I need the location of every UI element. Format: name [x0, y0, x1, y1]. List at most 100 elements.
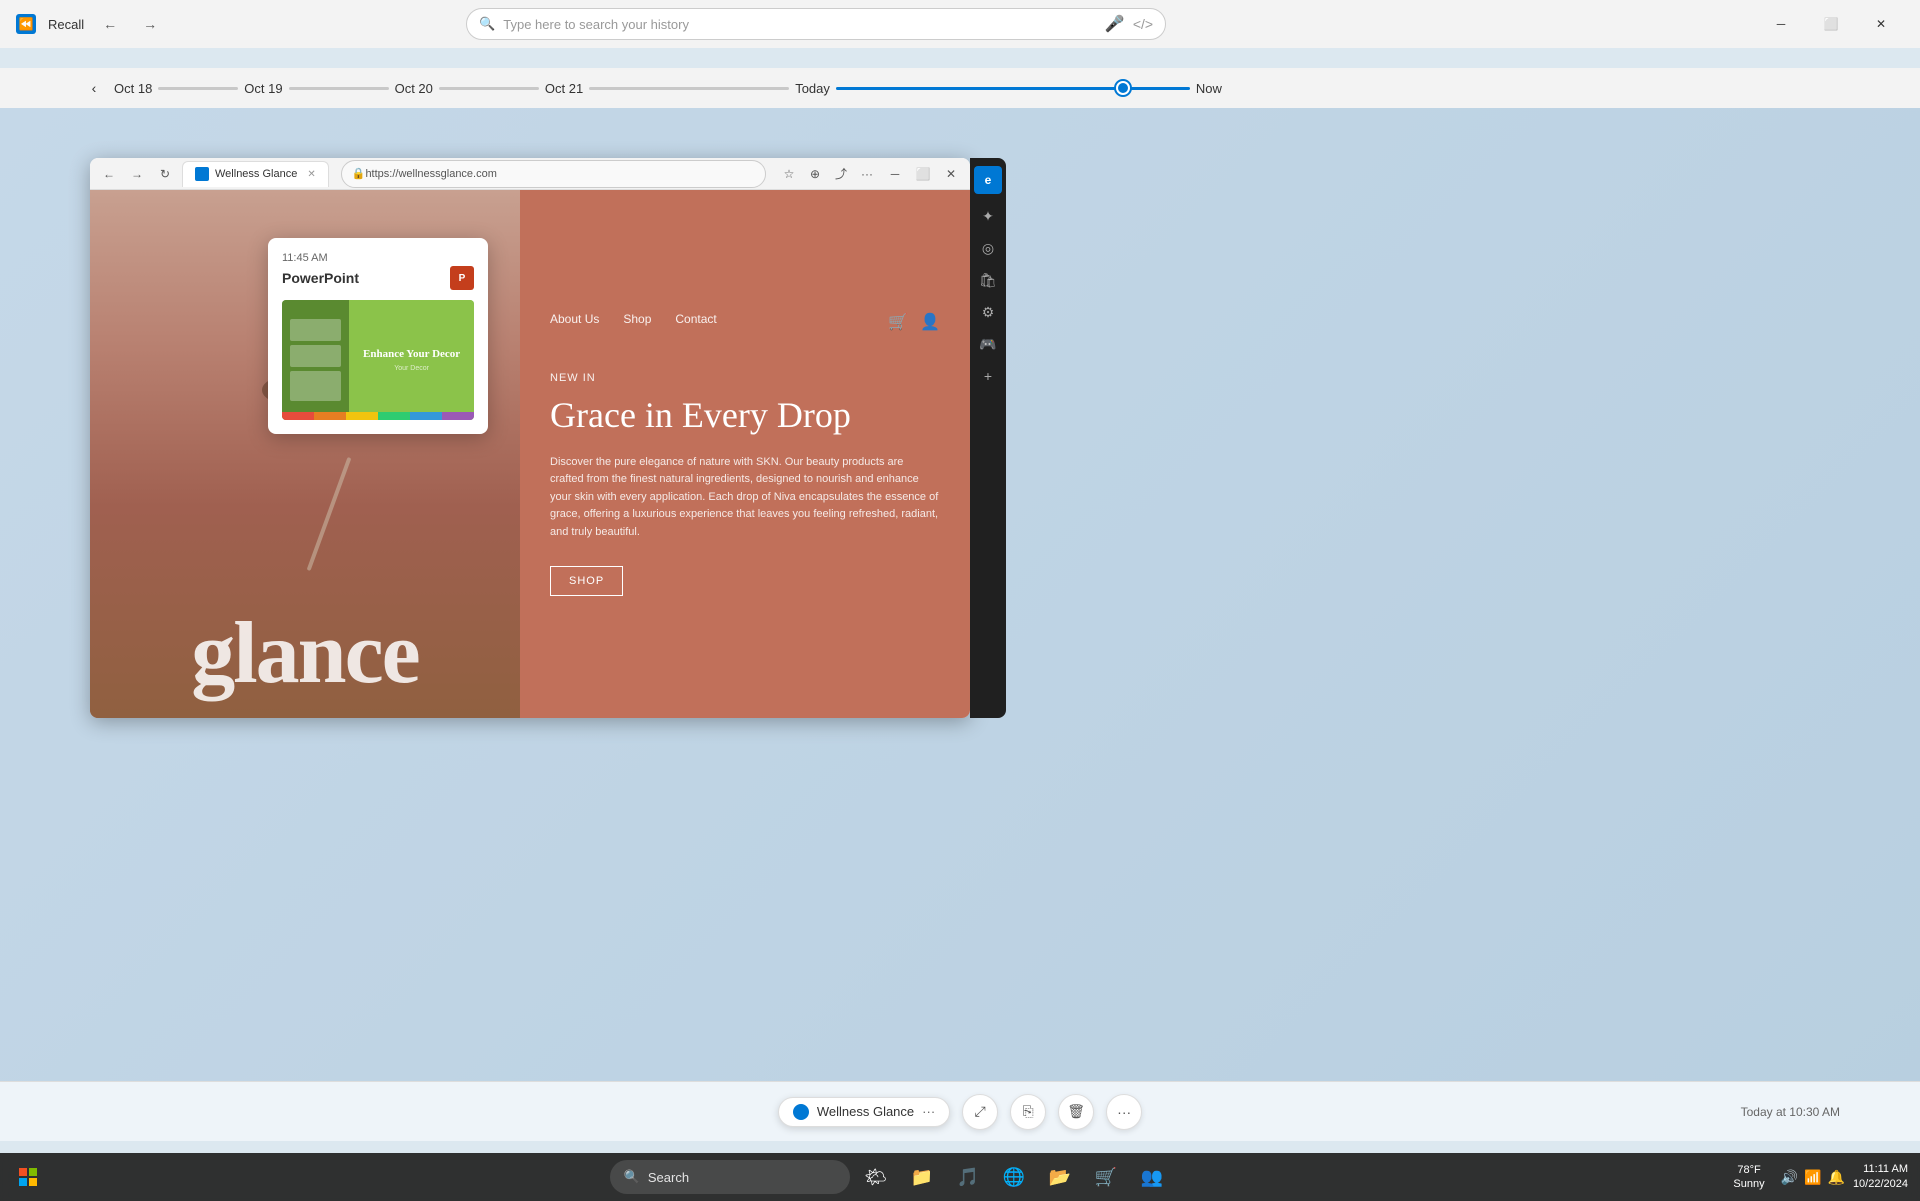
browser-star-btn[interactable]: ☆ — [778, 163, 800, 185]
shop-button[interactable]: SHOP — [550, 566, 623, 596]
taskbar-files-btn[interactable]: 📁 — [902, 1157, 942, 1197]
taskbar-edge-btn[interactable]: 🌐 — [994, 1157, 1034, 1197]
tooltip-app-name: PowerPoint — [282, 270, 359, 286]
tooltip-preview[interactable]: Enhance Your Decor Your Decor — [282, 300, 474, 420]
timeline-item-oct18[interactable]: Oct 18 — [108, 81, 158, 96]
taskbar-search-bar[interactable]: 🔍 Search — [610, 1160, 850, 1194]
browser-window: ← → ↻ Wellness Glance ✕ 🔒 https://wellne… — [90, 158, 970, 718]
taskbar-clock[interactable]: 11:11 AM 10/22/2024 — [1853, 1162, 1908, 1193]
browser-share-btn[interactable]: ⤴ — [830, 163, 852, 185]
preview-thumb-1 — [290, 319, 341, 341]
taskbar-left — [0, 1157, 48, 1197]
edge-games-btn[interactable]: 🎮 — [974, 330, 1002, 358]
toolbar-tab-pill[interactable]: Wellness Glance ··· — [778, 1097, 950, 1127]
browser-tab[interactable]: Wellness Glance ✕ — [182, 161, 329, 187]
browser-menu-btn[interactable]: ··· — [856, 163, 878, 185]
browser-minimize-btn[interactable]: ─ — [884, 163, 906, 185]
windows-logo-icon — [19, 1168, 37, 1186]
taskbar-widgets-btn[interactable]: 🌤 — [856, 1157, 896, 1197]
browser-favicon — [195, 167, 209, 181]
website-nav-contact[interactable]: Contact — [675, 312, 716, 332]
user-icon[interactable]: 👤 — [920, 312, 940, 332]
preview-slide: Enhance Your Decor Your Decor — [349, 300, 474, 420]
edge-tools-btn[interactable]: ⚙ — [974, 298, 1002, 326]
preview-text: Enhance Your Decor Your Decor — [363, 348, 460, 372]
battery-icon[interactable]: 🔔 — [1828, 1169, 1845, 1186]
browser-tab-close[interactable]: ✕ — [307, 169, 315, 180]
wifi-icon[interactable]: 🔊 — [1781, 1169, 1798, 1186]
browser-back-btn[interactable]: ← — [98, 163, 120, 185]
url-text: https://wellnessglance.com — [365, 168, 496, 180]
taskbar-date: 10/22/2024 — [1853, 1177, 1908, 1192]
taskbar-search-icon: 🔍 — [624, 1169, 640, 1185]
close-button[interactable]: ✕ — [1858, 8, 1904, 40]
product-description: Discover the pure elegance of nature wit… — [550, 454, 940, 542]
taskbar-files2-btn[interactable]: 📂 — [1040, 1157, 1080, 1197]
website-nav-shop[interactable]: Shop — [623, 312, 651, 332]
cart-icon[interactable]: 🛒 — [888, 312, 908, 332]
color-swatch-green — [378, 412, 410, 420]
taskbar-teams-btn[interactable]: 👥 — [1132, 1157, 1172, 1197]
toolbar-expand-btn[interactable]: ⤢ — [962, 1094, 998, 1130]
sound-icon[interactable]: 📶 — [1804, 1169, 1821, 1186]
main-content-area: ← → ↻ Wellness Glance ✕ 🔒 https://wellne… — [0, 108, 1920, 1141]
powerpoint-icon: P — [450, 266, 474, 290]
search-placeholder: Type here to search your history — [503, 17, 689, 32]
timeline-item-oct21[interactable]: Oct 21 — [539, 81, 589, 96]
window-controls: ─ ⬜ ✕ — [1758, 8, 1904, 40]
browser-restore-btn[interactable]: ⬜ — [912, 163, 934, 185]
taskbar: 🔍 Search 🌤 📁 🎵 🌐 📂 🛒 👥 78°F Sunny 🔊 📶 🔔 … — [0, 1153, 1920, 1201]
toolbar-copy-btn[interactable]: ⎘ — [1010, 1094, 1046, 1130]
website-nav-icons: 🛒 👤 — [888, 312, 940, 332]
toolbar-more-btn[interactable]: ··· — [1106, 1094, 1142, 1130]
taskbar-store-btn[interactable]: 🛒 — [1086, 1157, 1126, 1197]
timeline-track-active — [836, 87, 1116, 90]
timeline-item-oct20[interactable]: Oct 20 — [389, 81, 439, 96]
back-button[interactable]: ← — [96, 10, 124, 38]
taskbar-music-btn[interactable]: 🎵 — [948, 1157, 988, 1197]
timeline-item-oct19[interactable]: Oct 19 — [238, 81, 288, 96]
timeline: ‹ Oct 18 Oct 19 Oct 20 Oct 21 Today Now — [0, 68, 1920, 108]
browser-close-btn[interactable]: ✕ — [940, 163, 962, 185]
timeline-date-oct19: Oct 19 — [238, 81, 288, 96]
website-glance-word: glance — [90, 610, 520, 698]
browser-collections-btn[interactable]: ⊕ — [804, 163, 826, 185]
app-icon: ⏪ — [16, 14, 36, 34]
edge-copilot-btn[interactable]: ✦ — [974, 202, 1002, 230]
preview-headline: Enhance Your Decor — [363, 348, 460, 361]
taskbar-center: 🔍 Search 🌤 📁 🎵 🌐 📂 🛒 👥 — [48, 1157, 1733, 1197]
timeline-date-oct18: Oct 18 — [108, 81, 158, 96]
browser-forward-btn[interactable]: → — [126, 163, 148, 185]
preview-thumb-2 — [290, 345, 341, 367]
edge-discover-btn[interactable]: ◎ — [974, 234, 1002, 262]
timeline-back-button[interactable]: ‹ — [80, 74, 108, 102]
timeline-today: Today — [789, 81, 836, 96]
minimize-button[interactable]: ─ — [1758, 8, 1804, 40]
timeline-track-2 — [289, 87, 389, 90]
browser-toolbar-icons: ☆ ⊕ ⤴ ··· — [778, 163, 878, 185]
website-product-panel: About Us Shop Contact 🛒 👤 NEW IN Grace i… — [520, 190, 970, 718]
code-icon[interactable]: </> — [1133, 16, 1153, 32]
edge-shopping-btn[interactable]: 🛍 — [974, 266, 1002, 294]
toolbar-delete-btn[interactable]: 🗑 — [1058, 1094, 1094, 1130]
timeline-item-today[interactable]: Today — [789, 81, 836, 96]
restore-button[interactable]: ⬜ — [1808, 8, 1854, 40]
start-button[interactable] — [8, 1157, 48, 1197]
forward-button[interactable]: → — [136, 10, 164, 38]
timeline-now: Now — [1190, 81, 1228, 96]
color-swatch-orange — [314, 412, 346, 420]
browser-addressbar[interactable]: 🔒 https://wellnessglance.com — [341, 160, 766, 188]
preview-inner: Enhance Your Decor Your Decor — [282, 300, 474, 420]
edge-add-btn[interactable]: + — [974, 362, 1002, 390]
edge-logo-btn[interactable]: e — [974, 166, 1002, 194]
preview-thumb-3 — [290, 371, 341, 401]
timeline-track-1 — [158, 87, 238, 90]
website-nav-about[interactable]: About Us — [550, 312, 599, 332]
tooltip-popup: 11:45 AM PowerPoint P Enhance Your Decor… — [268, 238, 488, 434]
browser-refresh-btn[interactable]: ↻ — [154, 163, 176, 185]
weather-temp: 78°F — [1737, 1163, 1760, 1177]
history-search-bar[interactable]: 🔍 Type here to search your history 🎤 </> — [466, 8, 1166, 40]
taskbar-search-label: Search — [648, 1170, 689, 1185]
mic-icon[interactable]: 🎤 — [1105, 14, 1125, 34]
tooltip-title-row: PowerPoint P — [282, 266, 474, 290]
